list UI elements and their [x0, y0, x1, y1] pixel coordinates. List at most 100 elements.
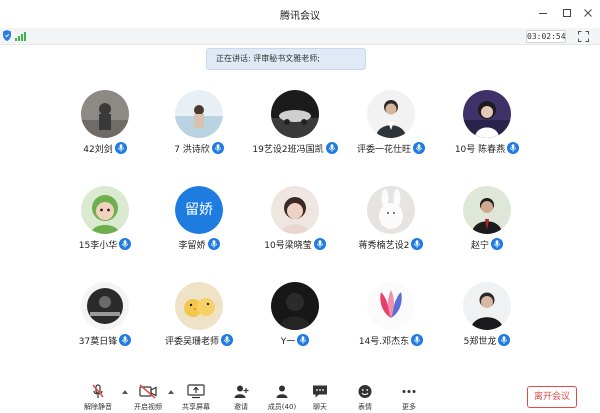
invite-button[interactable]: 邀请 [219, 384, 263, 413]
participant-tile[interactable]: 5郑世龙 [427, 282, 547, 350]
avatar [81, 90, 129, 138]
avatar [367, 90, 415, 138]
avatar-image [463, 282, 511, 330]
participant-name: 19艺设2班冯国凯 [252, 144, 324, 155]
chat-icon [313, 385, 327, 398]
more-label: 更多 [402, 403, 416, 411]
participant-name: 赵宁 [470, 240, 489, 251]
more-button[interactable]: 更多 [387, 384, 431, 413]
more-dots-icon [402, 390, 416, 393]
minimize-icon [539, 13, 547, 14]
avatar [463, 282, 511, 330]
avatar-image [367, 282, 415, 330]
avatar-image [81, 282, 129, 330]
avatar [175, 282, 223, 330]
avatar-image [81, 90, 129, 138]
participant-name: 14号.邓杰东 [358, 336, 410, 347]
meeting-info-bar: 03:02:54 [0, 28, 600, 45]
avatar-image [175, 90, 223, 138]
microphone-icon [207, 238, 220, 250]
participant-tile[interactable]: 10号 陈春燕 [427, 90, 547, 158]
meeting-toolbar: 解除静音 开启视频 共享屏幕 邀请 成员(40) 聊天 表情 更多 离开会议 [0, 380, 600, 413]
microphone-icon [491, 238, 503, 250]
unmute-label: 解除静音 [84, 403, 112, 411]
participant-name: 李留娇 [178, 240, 206, 251]
participant-tile[interactable]: 赵宁 [427, 186, 547, 254]
avatar-image [271, 186, 319, 234]
participant-name-row: 赵宁 [427, 237, 547, 251]
avatar [81, 282, 129, 330]
microphone-icon [411, 238, 424, 250]
participant-name: Y一 [280, 336, 296, 347]
microphone-icon [413, 142, 425, 154]
add-person-icon [234, 385, 249, 398]
avatar [367, 282, 415, 330]
microphone-icon [411, 334, 424, 346]
avatar [271, 90, 319, 138]
microphone-icon [498, 334, 511, 346]
participant-name: 37莫日锋 [78, 336, 118, 347]
microphone-icon [114, 142, 127, 154]
microphone-icon [211, 142, 224, 154]
participant-name-row: 5郑世龙 [427, 333, 547, 347]
start-video-label: 开启视频 [134, 403, 162, 411]
chat-label: 聊天 [313, 403, 327, 411]
avatar [81, 186, 129, 234]
participant-name: 7 洪诗欣 [174, 144, 210, 155]
avatar-image [463, 90, 511, 138]
avatar [367, 186, 415, 234]
participant-name: 蒋秀楠艺设2 [358, 240, 410, 251]
meeting-timer: 03:02:54 [526, 30, 566, 43]
emoji-button[interactable]: 表情 [343, 384, 387, 413]
title-bar: 腾讯会议 [0, 0, 600, 28]
screen-share-icon [187, 384, 205, 399]
unmute-button[interactable]: 解除静音 [76, 384, 120, 413]
participant-name: 评委吴珊老师 [164, 336, 219, 347]
avatar-image [367, 90, 415, 138]
maximize-button[interactable] [560, 6, 574, 20]
avatar: 留娇 [175, 186, 223, 234]
start-video-button[interactable]: 开启视频 [126, 384, 170, 413]
participant-name: 15李小华 [78, 240, 118, 251]
video-off-icon [139, 384, 157, 399]
window-title: 腾讯会议 [280, 11, 320, 22]
microphone-icon [119, 334, 132, 346]
microphone-icon [119, 238, 132, 250]
share-screen-button[interactable]: 共享屏幕 [174, 384, 218, 413]
participant-name: 5郑世龙 [463, 336, 497, 347]
avatar-image [367, 186, 415, 234]
participant-name: 评委一花仕旺 [356, 144, 411, 155]
avatar [271, 186, 319, 234]
avatar-image [271, 282, 319, 330]
close-button[interactable] [581, 6, 595, 20]
leave-meeting-button[interactable]: 离开会议 [527, 386, 577, 408]
avatar [463, 186, 511, 234]
microphone-icon [297, 334, 310, 346]
participant-name: 10号 陈春燕 [454, 144, 506, 155]
participant-name-row: 10号 陈春燕 [427, 141, 547, 155]
microphone-icon [221, 334, 233, 346]
smiley-icon [358, 385, 372, 398]
emoji-label: 表情 [358, 403, 372, 411]
avatar-initials: 留娇 [175, 186, 223, 234]
close-icon [584, 9, 592, 17]
signal-icon[interactable] [15, 31, 27, 41]
avatar-image [175, 282, 223, 330]
minimize-button[interactable] [536, 6, 550, 20]
invite-label: 邀请 [234, 403, 248, 411]
chat-button[interactable]: 聊天 [298, 384, 342, 413]
speaking-banner: 正在讲话: 评审秘书文雅老师; [206, 48, 366, 70]
shield-icon[interactable] [3, 30, 11, 41]
maximize-icon [563, 9, 571, 17]
avatar [463, 90, 511, 138]
avatar-image [463, 186, 511, 234]
avatar [271, 282, 319, 330]
share-screen-label: 共享屏幕 [182, 403, 210, 411]
microphone-icon [313, 238, 326, 250]
people-icon [276, 385, 288, 398]
participant-name: 10号梁晓莹 [264, 240, 312, 251]
fullscreen-icon[interactable] [578, 31, 589, 42]
avatar-image [271, 90, 319, 138]
avatar-image [81, 186, 129, 234]
mic-off-icon [92, 384, 104, 398]
